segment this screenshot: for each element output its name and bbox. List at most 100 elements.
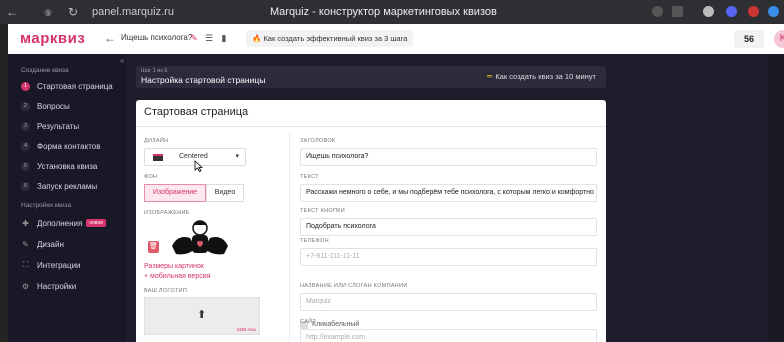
list-icon[interactable]: ☰ [204, 33, 214, 43]
avatar[interactable]: K [774, 30, 784, 48]
text-input[interactable]: Расскажи немного о себе, и мы подберём т… [300, 184, 597, 202]
company-input[interactable]: Marquiz [300, 293, 597, 311]
step-number: 3 [21, 121, 30, 131]
sidebar-item-results[interactable]: 3 Результаты [21, 119, 125, 133]
sidebar-item-integrations[interactable]: ⛶ Интеграции [21, 258, 125, 272]
back-icon[interactable]: ← [6, 4, 18, 20]
image-sizes-link[interactable]: Размеры картинок [144, 263, 204, 270]
plug-icon: ⛶ [22, 260, 29, 269]
extension-gear-icon[interactable] [726, 6, 737, 17]
step-number: 4 [21, 141, 30, 151]
logo-upload-area[interactable]: ⬆ 5MB max [144, 297, 260, 335]
logo-label: ВАШ ЛОГОТИП [144, 288, 188, 294]
fire-icon: 🔥 [252, 34, 262, 43]
extension-blue-icon[interactable] [768, 6, 779, 17]
upload-icon: ⬆ [197, 309, 207, 321]
quiz-name: Ищешь психолога? [121, 33, 193, 42]
logo[interactable]: марквиз [20, 30, 85, 47]
bg-image-toggle[interactable]: Изображение [144, 184, 206, 202]
pencil-icon: ✏ [486, 72, 494, 81]
step-header: Шаг 1 из 6 Настройка стартовой страницы … [136, 66, 606, 88]
image-label: ИЗОБРАЖЕНИЕ [144, 210, 190, 216]
sidebar-item-label: Настройки [37, 281, 77, 291]
step-counter: Шаг 1 из 6 [141, 68, 168, 74]
page-tab-title: Marquiz - конструктор маркетинговых квиз… [270, 6, 497, 18]
step-number: 1 [21, 81, 30, 91]
phone-input[interactable]: +7-911-111-11-11 [300, 248, 597, 266]
gear-icon: ⚙ [21, 281, 30, 291]
sidebar-item-install[interactable]: 5 Установка квиза [21, 159, 125, 173]
collapse-icon[interactable]: « [120, 56, 124, 65]
sidebar-item-label: Дизайн [37, 239, 64, 249]
sidebar-item-label: Установка квиза [37, 161, 98, 171]
sidebar-item-questions[interactable]: 2 Вопросы [21, 99, 125, 113]
sidebar-item-label: Запуск рекламы [37, 181, 98, 191]
sidebar-item-ads[interactable]: 6 Запуск рекламы [21, 179, 125, 193]
button-text-input[interactable]: Подобрать психолога [300, 218, 597, 236]
browser-chrome: ← ⑨ ↻ panel.marquiz.ru Marquiz - констру… [0, 0, 784, 24]
design-label: ДИЗАЙН [144, 138, 169, 144]
app-header: марквиз ← Ищешь психолога? ✎ ☰ ▮ 🔥 Как с… [8, 24, 784, 54]
video-tutorial-link[interactable]: ✏ Как создать квиз за 10 минут [487, 72, 596, 81]
design-value: Centered [179, 153, 208, 160]
phone-label: ТЕЛЕФОН [300, 238, 329, 244]
psychologist-illustration [172, 220, 228, 255]
sidebar-item-label: Стартовая страница [37, 81, 113, 91]
search-icon[interactable] [652, 6, 663, 17]
tip-chip[interactable]: 🔥 Как создать эффективный квиз за 3 шага [246, 30, 414, 47]
sidebar-item-addons[interactable]: ✚ Дополнения новое [21, 216, 125, 230]
back-arrow-icon[interactable]: ← [104, 31, 116, 45]
settings-panel: Стартовая страница ДИЗАЙН Centered ▾ ФОН… [136, 100, 606, 342]
sidebar-item-label: Дополнения [37, 218, 83, 228]
window-edge [0, 24, 8, 342]
sidebar-item-label: Интеграции [37, 260, 81, 270]
step-number: 6 [21, 181, 30, 191]
tip-label: Как создать эффективный квиз за 3 шага [263, 34, 408, 43]
sidebar-item-label: Форма контактов [37, 141, 101, 151]
sidebar-section-create: Создание квиза [21, 67, 69, 74]
main-content: Шаг 1 из 6 Настройка стартовой страницы … [126, 54, 784, 342]
pen-icon: ✎ [22, 239, 29, 249]
heading-input[interactable]: Ищешь психолога? [300, 148, 597, 166]
sidebar-item-label: Вопросы [37, 101, 70, 111]
bookmark-icon[interactable] [672, 6, 683, 17]
stats-icon[interactable]: ▮ [219, 33, 229, 43]
background-label: ФОН [144, 174, 158, 180]
mouse-cursor-icon [194, 160, 203, 172]
video-link-label: Как создать квиз за 10 минут [495, 72, 596, 81]
sidebar-section-settings: Настройки квиза [21, 202, 72, 209]
layout-preview-icon [153, 154, 163, 161]
step-title: Настройка стартовой страницы [141, 75, 266, 85]
sidebar-item-contact-form[interactable]: 4 Форма контактов [21, 139, 125, 153]
company-label: НАЗВАНИЕ ИЛИ СЛОГАН КОМПАНИИ [300, 283, 408, 289]
divider [136, 126, 606, 127]
step-number: 2 [21, 101, 30, 111]
clickable-label: Кликабельный [312, 321, 360, 328]
scrollbar[interactable] [768, 54, 784, 342]
trash-icon[interactable]: 🗑 [148, 241, 159, 253]
new-badge: новое [86, 219, 107, 227]
bg-video-toggle[interactable]: Видео [206, 184, 244, 202]
step-number: 5 [21, 161, 30, 171]
puzzle-icon: ✚ [22, 218, 29, 228]
address-bar[interactable]: panel.marquiz.ru [92, 4, 174, 20]
site-label: САЙТ [300, 319, 317, 325]
sidebar-item-settings[interactable]: ⚙ Настройки [21, 279, 125, 293]
extension-icon[interactable]: ⑨ [44, 5, 52, 21]
edit-icon[interactable]: ✎ [189, 33, 199, 43]
extension-badge-icon[interactable] [748, 6, 759, 17]
sidebar-item-label: Результаты [37, 121, 80, 131]
site-input[interactable]: http://example.com [300, 329, 597, 342]
column-divider [289, 133, 290, 342]
sidebar-item-start-page[interactable]: 1 Стартовая страница [21, 79, 125, 93]
logo-size-hint: 5MB max [236, 327, 256, 332]
panel-title: Стартовая страница [144, 106, 249, 118]
mobile-version-link[interactable]: + мобильная версия [144, 273, 211, 280]
sidebar-item-design[interactable]: ✎ Дизайн [21, 237, 125, 251]
reload-icon[interactable]: ↻ [68, 4, 78, 20]
chevron-down-icon: ▾ [235, 153, 239, 160]
heading-label: ЗАГОЛОВОК [300, 138, 336, 144]
counter-badge[interactable]: 56 [734, 30, 764, 48]
text-label: ТЕКСТ [300, 174, 319, 180]
profile-icon[interactable] [703, 6, 714, 17]
